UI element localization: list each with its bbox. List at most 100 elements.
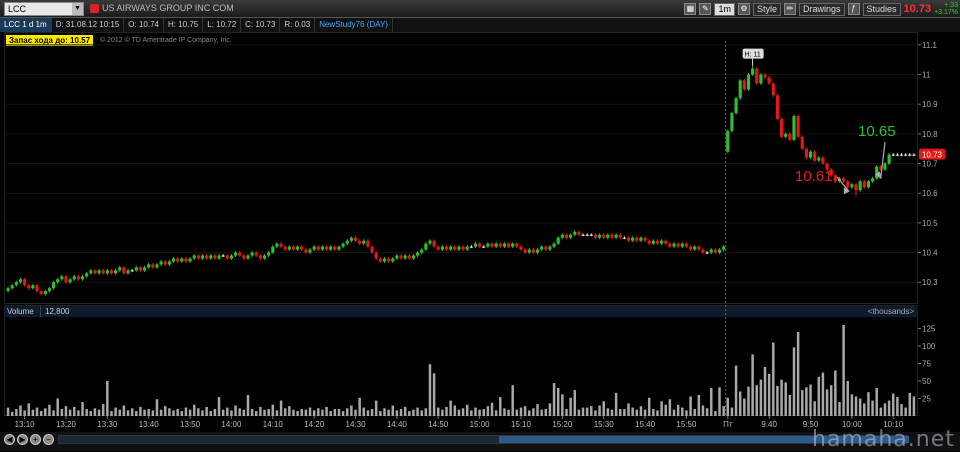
price-tick-label: 10.3 [922,278,938,287]
candle-body [89,270,93,274]
candle-body [494,243,498,247]
time-tick-label: 14:30 [346,420,367,429]
candle-body [374,252,378,259]
volume-bar [279,400,283,416]
candle-body [597,234,602,238]
candle-body [80,276,85,280]
volume-bar [130,408,134,416]
candle-body [560,234,564,238]
volume-bar [602,401,605,416]
candle-body [498,243,502,247]
candle-body [221,255,225,257]
volume-bar [722,406,725,416]
volume-bar [585,407,589,416]
candle-body [697,246,701,250]
volume-bar [296,411,299,416]
candle-body [585,234,589,236]
volume-bar [283,408,287,416]
volume-bar [834,370,837,416]
volume-bar [73,406,76,416]
volume-bar [763,367,767,416]
volume-bar [308,407,312,416]
volume-bar [863,403,866,416]
volume-bar [250,409,254,416]
volume-bar [164,406,167,416]
candle-body [188,258,192,262]
volume-bar [35,407,39,416]
zoom-in-icon[interactable]: + [30,434,41,445]
candle-body [788,133,792,140]
candle-body [296,246,300,250]
candle-body [138,267,143,271]
zoom-out-icon[interactable]: − [43,434,54,445]
candle-body [97,270,101,274]
volume-bar [755,385,758,416]
volume-bar [321,409,324,416]
candle-body [76,276,80,280]
candle-body [912,154,916,156]
candle-body [490,243,494,247]
time-tick-label: 13:40 [139,420,160,429]
volume-bar [631,407,634,416]
candle-body [891,154,895,156]
candle-body [382,258,387,262]
candle-body [908,154,912,156]
candle-body [746,74,751,90]
candle-body [349,237,353,241]
volume-bar [875,388,878,416]
price-tick-label: 11.1 [922,41,938,50]
scroll-track[interactable] [58,435,909,444]
time-tick-label: 13:50 [180,420,201,429]
volume-bar [536,404,539,416]
volume-bar [209,411,212,416]
price-tick-label: 10.4 [922,249,938,258]
candle-body [523,249,527,253]
candle-body [142,267,147,271]
candle-body [751,68,755,75]
volume-bar [788,395,792,416]
candle-body [808,151,813,158]
candle-body [883,163,887,170]
candle-body [10,285,14,289]
watermark: hamaha.net [812,427,955,452]
candle-body [589,234,593,236]
volume-bar [337,409,341,416]
volume-bar [197,408,200,416]
scroll-left-icon[interactable]: ◀ [4,434,15,445]
volume-bar [511,385,514,416]
volume-bar [155,399,159,416]
candle-body [180,258,184,262]
candle-body [775,95,780,120]
time-tick-label: 15:40 [635,420,656,429]
volume-bar [887,400,891,416]
volume-tick-label: 25 [922,395,931,404]
candle-body [105,270,109,274]
price-tick-label: 10.5 [922,219,938,228]
candle-body [308,249,312,253]
candle-body [730,113,734,131]
candle-body [387,258,391,262]
volume-bar [416,407,419,416]
volume-bar [114,407,117,416]
candle-body [114,270,118,274]
volume-bar [358,397,361,416]
volume-bar [503,408,506,416]
candle-body [515,243,519,247]
volume-bar [908,392,912,416]
volume-bar [275,410,279,416]
time-tick-label: 13:30 [97,420,118,429]
time-tick-label: 15:10 [511,420,532,429]
time-tick-label: 14:50 [428,420,449,429]
candle-body [304,249,308,253]
volume-bar [39,411,43,416]
candle-body [72,276,76,280]
candle-body [875,166,879,179]
volume-bar [221,409,225,416]
volume-bar [718,387,721,416]
candle-body [544,246,548,250]
volume-bar [805,387,808,416]
scroll-right-icon[interactable]: ▶ [17,434,28,445]
candle-body [279,243,283,247]
volume-bar [383,408,386,416]
time-tick-label: 15:50 [676,420,697,429]
